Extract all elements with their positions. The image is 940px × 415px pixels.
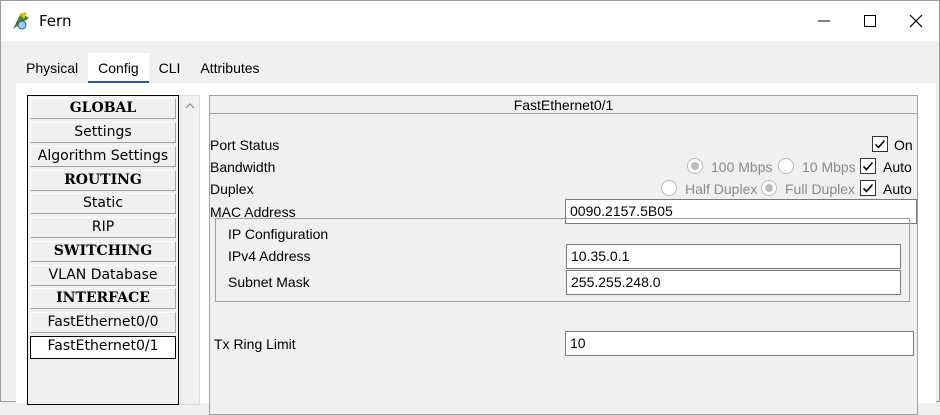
ipv4-address-field[interactable]: 10.35.0.1: [566, 244, 901, 269]
port-status-label: Port Status: [210, 137, 280, 153]
ipv4-address-label: IPv4 Address: [228, 248, 311, 264]
minimize-button[interactable]: [801, 1, 847, 41]
ip-configuration-group: IP Configuration IPv4 Address 10.35.0.1 …: [215, 218, 910, 302]
title-bar: Fern: [1, 1, 939, 41]
sidebar-item-algorithm-settings[interactable]: Algorithm Settings: [30, 146, 176, 167]
subnet-mask-label: Subnet Mask: [228, 274, 310, 290]
close-button[interactable]: [893, 1, 939, 41]
sidebar-item-fastethernet0-0[interactable]: FastEthernet0/0: [30, 312, 176, 333]
window-title: Fern: [39, 12, 72, 30]
interface-panel: FastEthernet0/1 Port Status On Bandwidth…: [209, 95, 918, 415]
config-tab-content: GLOBAL Settings Algorithm Settings ROUTI…: [16, 83, 936, 415]
duplex-half-label: Half Duplex: [685, 181, 758, 197]
minimize-icon: [818, 20, 830, 22]
bandwidth-10mbps-radio[interactable]: [778, 158, 794, 174]
sidebar-item-vlan-database[interactable]: VLAN Database: [30, 265, 176, 286]
config-sidebar: GLOBAL Settings Algorithm Settings ROUTI…: [27, 95, 179, 405]
checkmark-icon: [862, 161, 874, 171]
sidebar-item-rip[interactable]: RIP: [30, 217, 176, 238]
router-app-icon: [13, 12, 29, 30]
sidebar-scrollbar[interactable]: [180, 95, 200, 405]
tab-config[interactable]: Config: [88, 53, 149, 83]
ip-configuration-label: IP Configuration: [228, 226, 329, 242]
sidebar-item-settings[interactable]: Settings: [30, 122, 176, 143]
bandwidth-10mbps-label: 10 Mbps: [802, 159, 856, 175]
tx-ring-limit-field[interactable]: 10: [565, 331, 914, 356]
chevron-up-icon: [185, 103, 195, 109]
duplex-full-label: Full Duplex: [785, 181, 856, 197]
bandwidth-label: Bandwidth: [210, 159, 276, 175]
panel-title: FastEthernet0/1: [210, 96, 917, 114]
duplex-full-radio[interactable]: [761, 180, 777, 196]
port-status-checkbox[interactable]: [872, 136, 888, 152]
maximize-icon: [864, 15, 876, 27]
scroll-up-button[interactable]: [181, 96, 199, 116]
tab-physical[interactable]: Physical: [16, 53, 88, 83]
sidebar-header-switching[interactable]: SWITCHING: [30, 241, 176, 262]
bandwidth-100mbps-label: 100 Mbps: [711, 159, 773, 175]
sidebar-header-interface[interactable]: INTERFACE: [30, 288, 176, 309]
sidebar-header-global[interactable]: GLOBAL: [30, 98, 176, 119]
bandwidth-100mbps-radio[interactable]: [687, 158, 703, 174]
checkmark-icon: [874, 139, 886, 149]
subnet-mask-field[interactable]: 255.255.248.0: [566, 270, 901, 295]
duplex-half-radio[interactable]: [661, 180, 677, 196]
sidebar-item-fastethernet0-1[interactable]: FastEthernet0/1: [30, 336, 176, 359]
tab-cli[interactable]: CLI: [149, 53, 191, 83]
maximize-button[interactable]: [847, 1, 893, 41]
duplex-label: Duplex: [210, 181, 254, 197]
port-status-on-label: On: [894, 137, 913, 153]
close-icon: [909, 14, 923, 28]
checkmark-icon: [862, 183, 874, 193]
sidebar-header-routing[interactable]: ROUTING: [30, 170, 176, 191]
sidebar-item-static[interactable]: Static: [30, 193, 176, 214]
app-window: Fern Physical Config CLI Attributes GLOB…: [0, 0, 940, 415]
bandwidth-auto-checkbox[interactable]: [860, 158, 876, 174]
duplex-auto-label: Auto: [883, 181, 912, 197]
tab-attributes[interactable]: Attributes: [190, 53, 269, 83]
duplex-auto-checkbox[interactable]: [860, 180, 876, 196]
tx-ring-limit-label: Tx Ring Limit: [214, 336, 296, 352]
tab-bar: Physical Config CLI Attributes: [16, 53, 270, 83]
bandwidth-auto-label: Auto: [883, 159, 912, 175]
